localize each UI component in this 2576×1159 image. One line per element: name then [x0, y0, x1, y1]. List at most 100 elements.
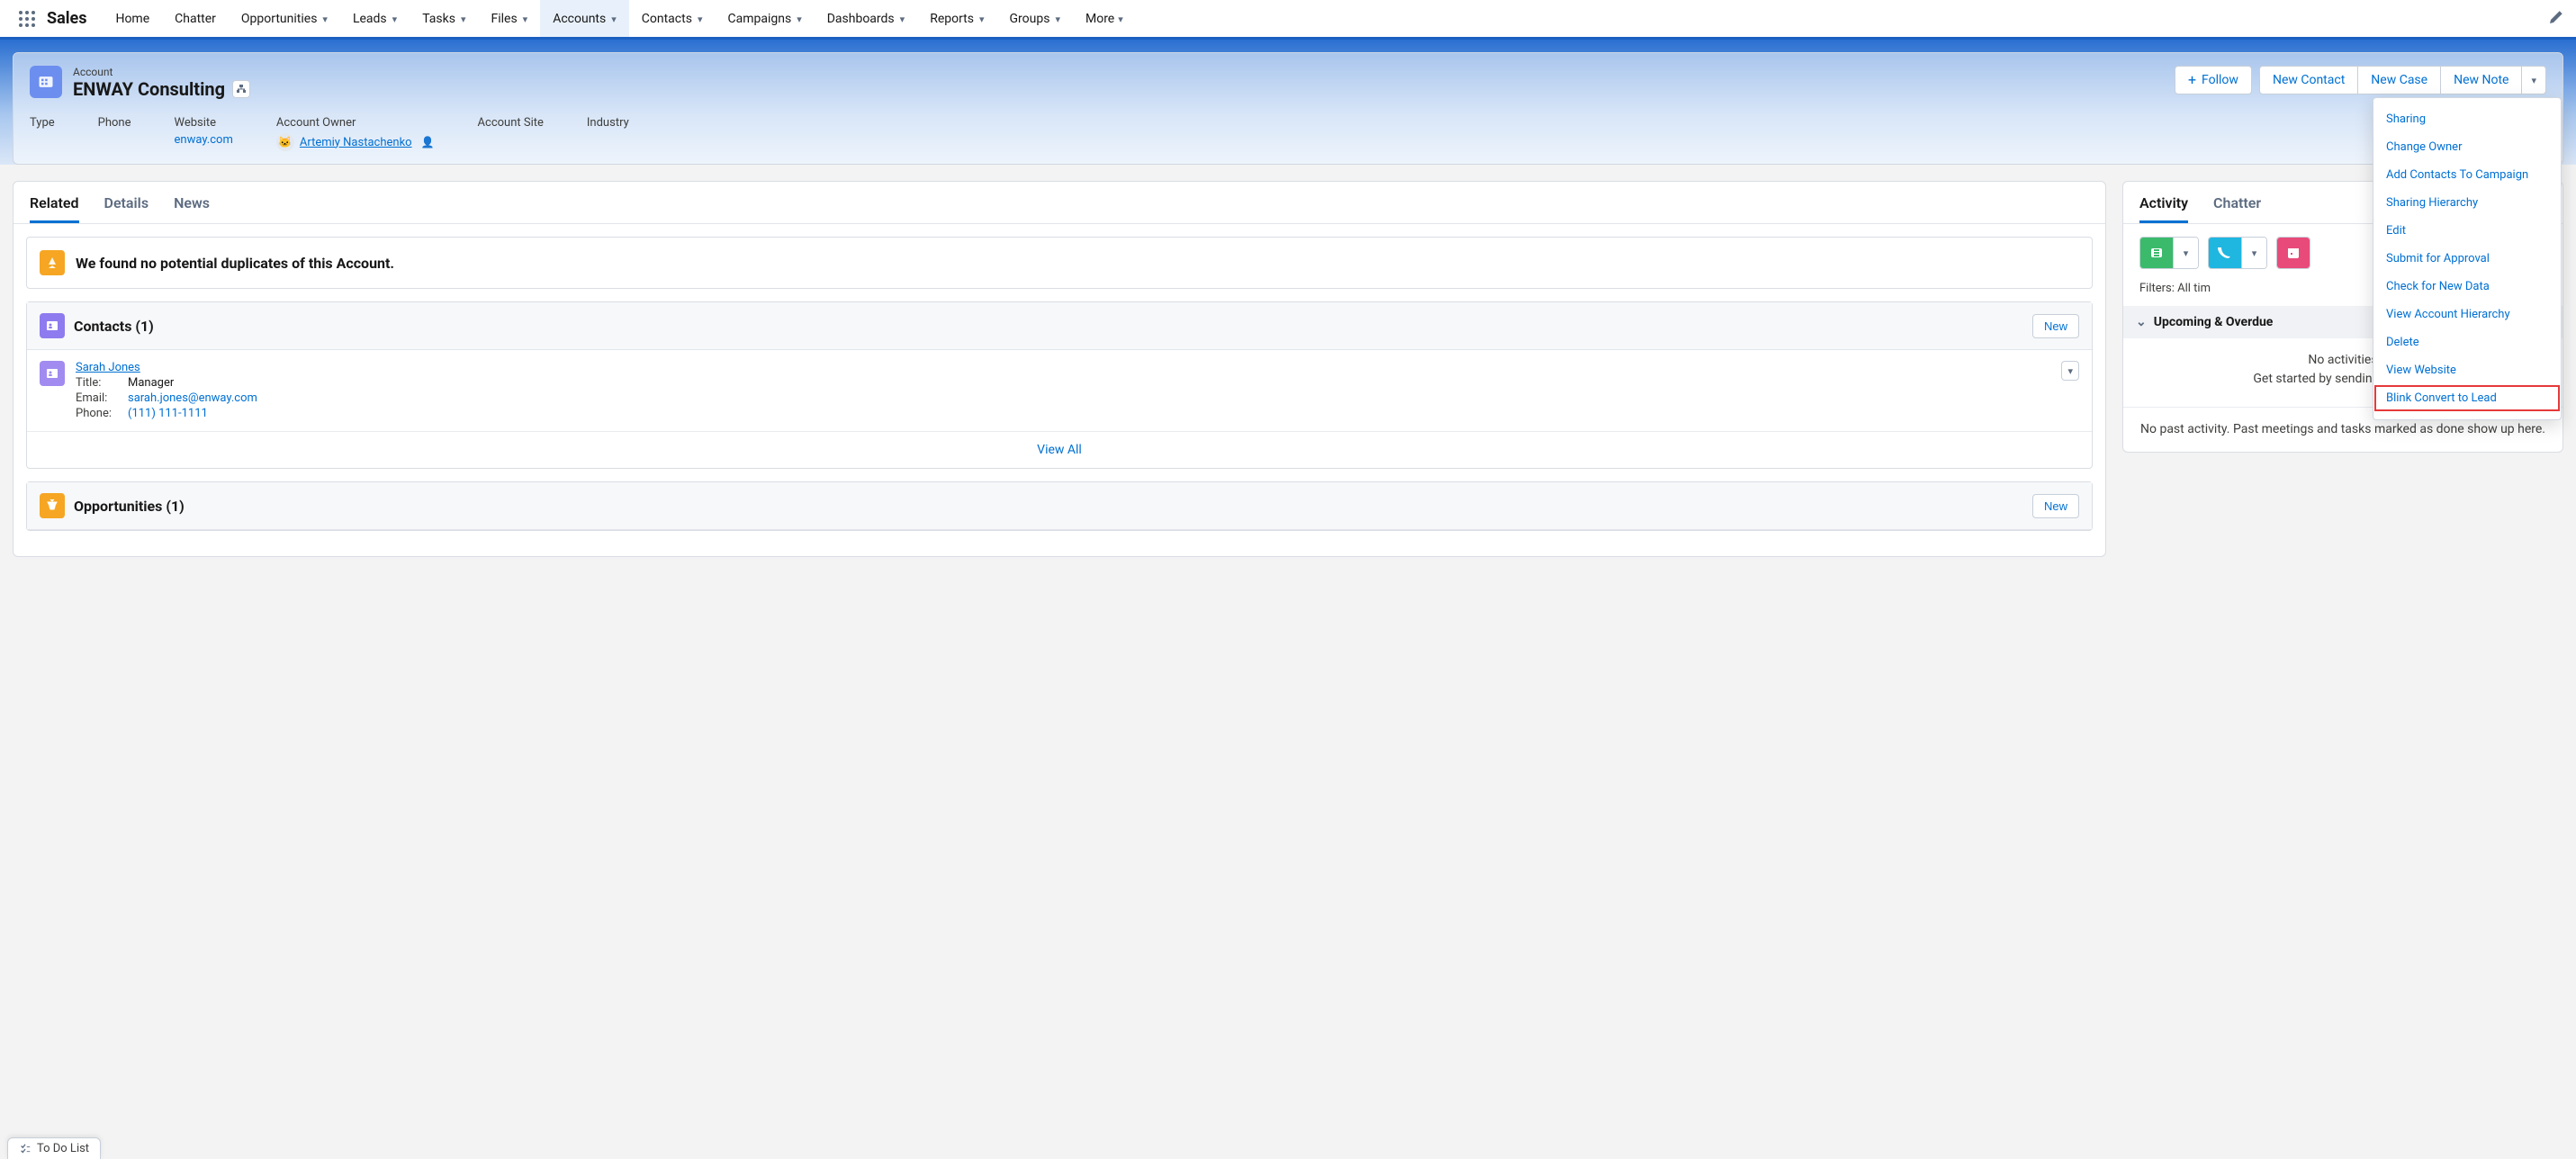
field-website: Website enway.com: [175, 116, 233, 151]
chevron-down-icon: [523, 12, 528, 26]
tab-details[interactable]: Details: [104, 194, 149, 223]
opportunities-card: Opportunities (1) New: [26, 481, 2093, 531]
dropdown-item-check-for-new-data[interactable]: Check for New Data: [2373, 273, 2561, 301]
nav-more[interactable]: More: [1073, 0, 1136, 37]
new-contact-related-button[interactable]: New: [2032, 314, 2079, 338]
contact-row-menu[interactable]: [2061, 361, 2079, 381]
dropdown-item-view-website[interactable]: View Website: [2373, 356, 2561, 384]
nav-item-opportunities[interactable]: Opportunities: [229, 0, 340, 37]
contact-phone-link[interactable]: (111) 111-1111: [128, 407, 208, 420]
nav-item-label: Files: [491, 12, 517, 26]
nav-item-label: Reports: [930, 12, 974, 26]
chevron-down-icon: [698, 12, 703, 26]
new-case-button[interactable]: New Case: [2357, 66, 2441, 94]
event-icon: [2277, 238, 2310, 268]
dropdown-item-blink-convert-to-lead[interactable]: Blink Convert to Lead: [2373, 384, 2561, 412]
contacts-card: Contacts (1) New Sarah Jones Title:Manag…: [26, 301, 2093, 469]
tab-chatter[interactable]: Chatter: [2213, 194, 2261, 223]
nav-item-campaigns[interactable]: Campaigns: [715, 0, 814, 37]
nav-item-tasks[interactable]: Tasks: [410, 0, 478, 37]
phone-label: Phone: [98, 116, 131, 130]
dropdown-item-submit-for-approval[interactable]: Submit for Approval: [2373, 245, 2561, 273]
actions-dropdown: SharingChange OwnerAdd Contacts To Campa…: [2373, 97, 2562, 420]
upcoming-overdue-label: Upcoming & Overdue: [2154, 315, 2274, 329]
nav-item-files[interactable]: Files: [478, 0, 540, 37]
nav-items: Home Chatter Opportunities Leads Tasks Files A…: [103, 0, 1073, 37]
new-opportunity-button[interactable]: New: [2032, 494, 2079, 518]
chevron-down-icon: [2531, 73, 2536, 87]
duplicates-icon: [40, 250, 65, 275]
nav-item-label: Opportunities: [241, 12, 318, 26]
contacts-title: Contacts (1): [74, 318, 154, 335]
dropdown-item-edit[interactable]: Edit: [2373, 217, 2561, 245]
contact-title-value: Manager: [128, 376, 174, 390]
edit-nav-icon[interactable]: [2544, 4, 2569, 33]
new-event-button[interactable]: [2276, 237, 2310, 269]
type-label: Type: [30, 116, 55, 130]
dropdown-item-change-owner[interactable]: Change Owner: [2373, 133, 2561, 161]
new-note-button[interactable]: New Note: [2440, 66, 2522, 94]
dropdown-item-add-contacts-to-campaign[interactable]: Add Contacts To Campaign: [2373, 161, 2561, 189]
follow-button[interactable]: + Follow: [2175, 66, 2252, 94]
tab-activity[interactable]: Activity: [2139, 194, 2188, 223]
nav-item-chatter[interactable]: Chatter: [162, 0, 229, 37]
owner-label: Account Owner: [276, 116, 435, 130]
nav-item-contacts[interactable]: Contacts: [629, 0, 716, 37]
nav-item-label: Leads: [353, 12, 387, 26]
chevron-down-icon: [392, 12, 398, 26]
dropdown-item-view-account-hierarchy[interactable]: View Account Hierarchy: [2373, 301, 2561, 328]
nav-item-accounts[interactable]: Accounts: [540, 0, 629, 37]
chevron-down-icon: ⌄: [2136, 315, 2147, 329]
new-contact-button[interactable]: New Contact: [2259, 66, 2358, 94]
dropdown-item-delete[interactable]: Delete: [2373, 328, 2561, 356]
contact-item: Sarah Jones Title:Manager Email:sarah.jo…: [27, 350, 2092, 431]
owner-link[interactable]: Artemiy Nastachenko: [300, 136, 412, 149]
app-launcher-icon[interactable]: [14, 6, 40, 31]
nav-more-label: More: [1085, 12, 1114, 26]
tab-related[interactable]: Related: [30, 194, 79, 223]
object-label: Account: [73, 66, 250, 78]
todo-list-stub[interactable]: To Do List: [7, 1137, 101, 1159]
contact-avatar-icon: [40, 361, 65, 386]
chevron-down-icon: [979, 12, 985, 26]
website-link[interactable]: enway.com: [175, 133, 233, 147]
tab-news[interactable]: News: [174, 194, 210, 223]
plus-icon: +: [2188, 73, 2196, 87]
task-icon: [2140, 238, 2173, 268]
record-name: ENWAY Consulting: [73, 78, 250, 100]
record-header: Account ENWAY Consulting + Follow New Co…: [13, 52, 2563, 165]
dropdown-item-sharing-hierarchy[interactable]: Sharing Hierarchy: [2373, 189, 2561, 217]
contacts-view-all: View All: [27, 431, 2092, 468]
nav-item-leads[interactable]: Leads: [340, 0, 410, 37]
nav-item-label: Home: [115, 12, 149, 26]
hierarchy-icon[interactable]: [232, 80, 250, 98]
contact-name-link[interactable]: Sarah Jones: [76, 361, 140, 374]
nav-item-label: Groups: [1010, 12, 1050, 26]
field-industry: Industry: [587, 116, 629, 151]
chevron-down-icon: [797, 12, 802, 26]
nav-item-home[interactable]: Home: [103, 0, 162, 37]
nav-item-dashboards[interactable]: Dashboards: [815, 0, 917, 37]
account-icon: [30, 66, 62, 98]
dropdown-item-sharing[interactable]: Sharing: [2373, 105, 2561, 133]
left-tabs: Related Details News: [14, 182, 2105, 224]
call-dropdown[interactable]: [2241, 238, 2266, 268]
contact-email-link[interactable]: sarah.jones@enway.com: [128, 391, 257, 405]
chevron-down-icon: [900, 12, 905, 26]
more-actions-button[interactable]: [2521, 66, 2546, 94]
owner-avatar-icon: 🐱: [276, 133, 294, 151]
new-task-button[interactable]: [2139, 237, 2199, 269]
task-dropdown[interactable]: [2173, 238, 2198, 268]
nav-item-groups[interactable]: Groups: [997, 0, 1073, 37]
change-owner-icon[interactable]: 👤: [421, 136, 435, 148]
field-owner: Account Owner 🐱 Artemiy Nastachenko 👤: [276, 116, 435, 151]
view-all-link[interactable]: View All: [1037, 443, 1082, 457]
related-panel: We found no potential duplicates of this…: [14, 224, 2105, 556]
opportunities-icon: [40, 493, 65, 518]
log-call-button[interactable]: [2208, 237, 2267, 269]
opportunities-header: Opportunities (1) New: [27, 482, 2092, 530]
nav-item-reports[interactable]: Reports: [917, 0, 996, 37]
field-site: Account Site: [478, 116, 544, 151]
chevron-down-icon: [2184, 247, 2189, 260]
chevron-down-icon: [2067, 364, 2073, 378]
